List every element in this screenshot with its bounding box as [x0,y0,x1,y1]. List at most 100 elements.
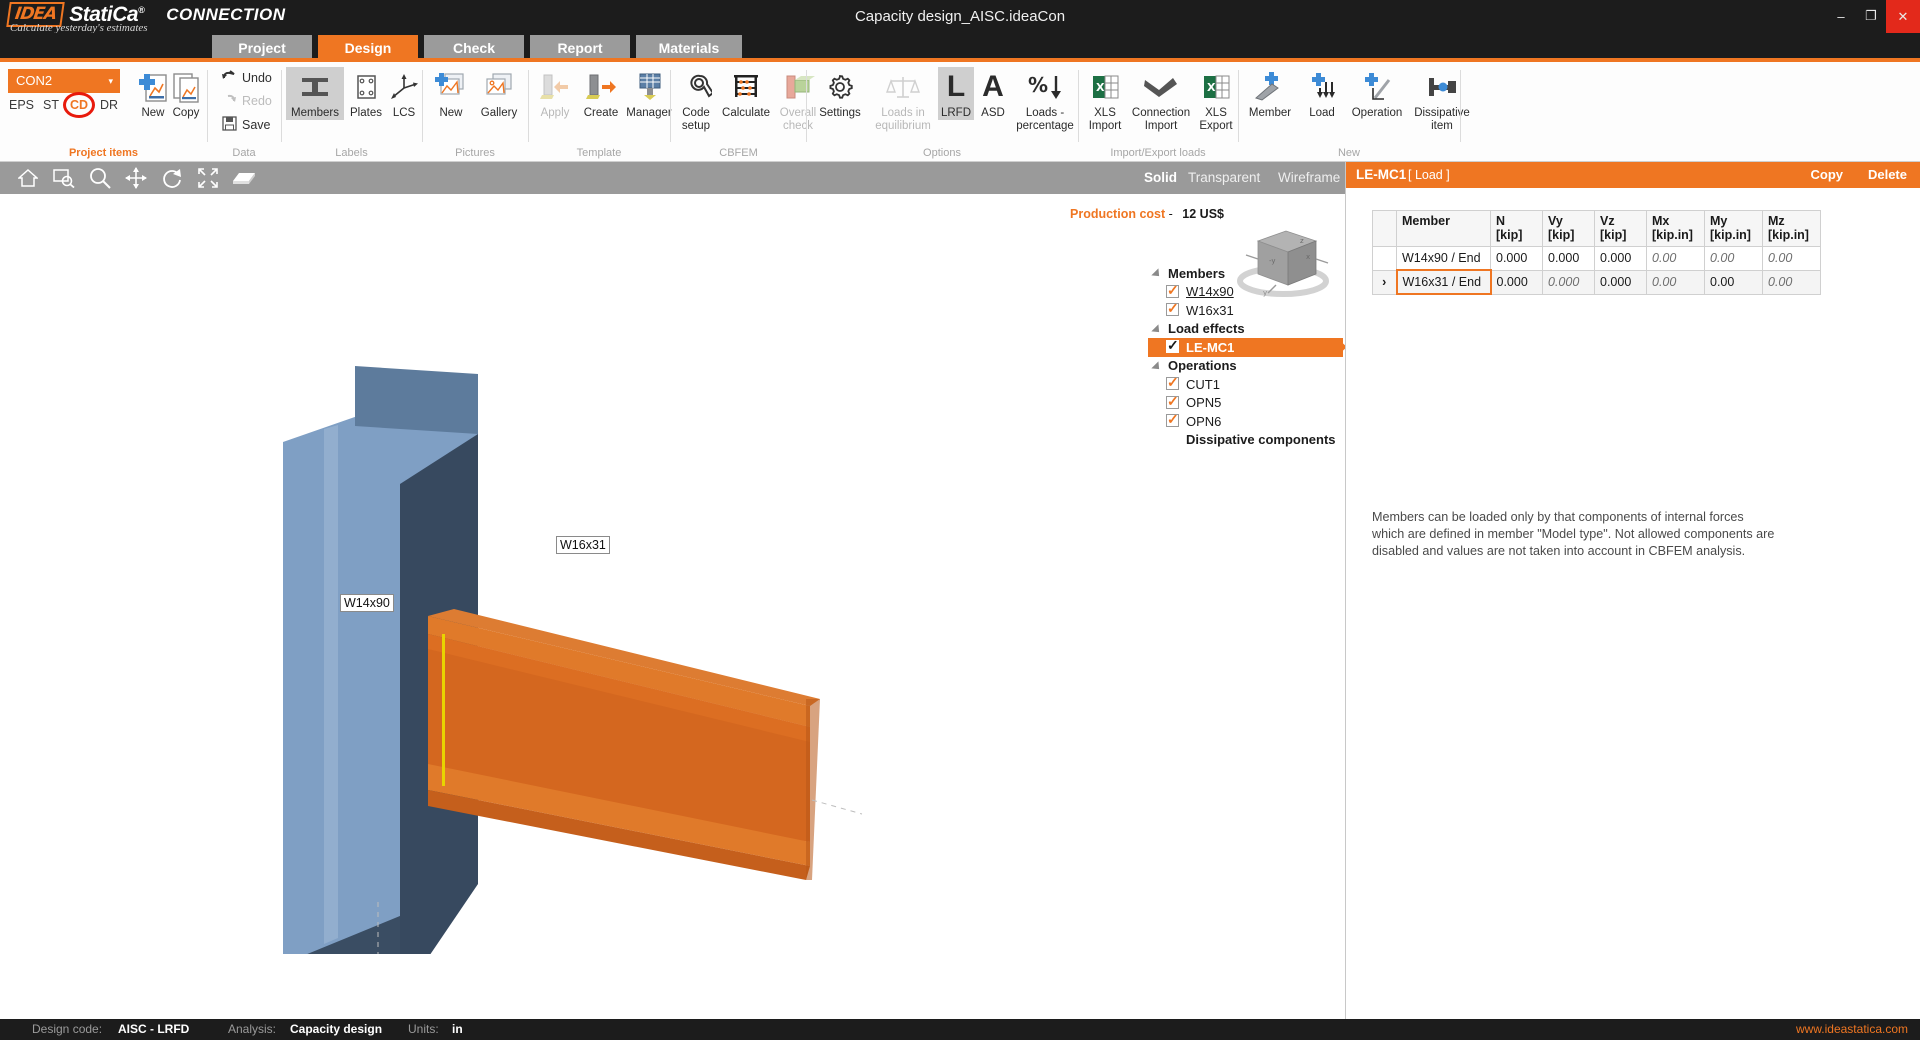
maximize-button[interactable]: ❐ [1856,3,1886,29]
tree-group-members[interactable]: Members [1148,264,1343,283]
cell-vz[interactable]: 0.000 [1594,246,1647,271]
chevron-down-icon: ▾ [108,76,113,86]
tree-group-operations[interactable]: Operations [1148,357,1343,376]
undo-button[interactable]: Undo [220,70,272,85]
asd-button[interactable]: A ASD [975,67,1011,120]
project-item-dr[interactable]: DR [100,98,118,112]
tree-item-opn6-label: OPN6 [1186,413,1222,429]
xls-import-button[interactable]: X XLS Import [1082,67,1128,132]
home-icon[interactable] [10,162,46,194]
close-button[interactable]: ✕ [1886,0,1920,33]
zoom-icon[interactable] [82,162,118,194]
settings-button[interactable]: Settings [812,67,868,120]
model-label-w16x31: W16x31 [556,536,610,554]
tree-item-opn5-label: OPN5 [1186,395,1222,411]
svg-text:X: X [1096,81,1105,94]
minimize-button[interactable]: – [1826,3,1856,29]
cell-n[interactable]: 0.000 [1490,269,1543,295]
pictures-new-button[interactable]: New [429,67,473,120]
tree-item-w16x31[interactable]: W16x31 [1148,300,1343,320]
template-create-button[interactable]: Create [578,67,624,120]
tree-item-cut1[interactable]: CUT1 [1148,374,1343,394]
cell-my[interactable]: 0.00 [1704,246,1763,271]
new-dissipative-item-button[interactable]: Dissipative item [1409,67,1475,132]
tree-item-dissipative-components[interactable]: Dissipative components [1148,431,1343,450]
fit-icon[interactable] [190,162,226,194]
table-row[interactable]: › W16x31 / End 0.000 0.000 0.000 0.00 0.… [1372,269,1821,295]
view-mode-transparent[interactable]: Transparent [1188,162,1260,194]
pan-icon[interactable] [118,162,154,194]
checkbox-w16x31[interactable] [1166,300,1179,317]
row-expander[interactable]: › [1372,269,1397,295]
xls-export-button[interactable]: X XLS Export [1194,67,1238,132]
cell-mz[interactable]: 0.00 [1762,269,1821,295]
checkbox-cut1[interactable] [1166,374,1179,391]
cell-vy[interactable]: 0.000 [1542,246,1595,271]
cell-mz[interactable]: 0.00 [1762,246,1821,271]
tree-group-load-effects[interactable]: Load effects [1148,320,1343,339]
cell-member[interactable]: W14x90 / End [1396,246,1491,271]
save-button[interactable]: Save [220,116,271,134]
pictures-gallery-button[interactable]: Gallery [474,67,524,120]
new-operation-button[interactable]: Operation [1346,67,1408,120]
project-item-st[interactable]: ST [43,98,59,112]
calculate-button[interactable]: Calculate [719,67,773,120]
project-item-combo[interactable]: CON2 ▾ [8,69,120,93]
cell-vz[interactable]: 0.000 [1594,269,1647,295]
labels-members-label: Members [291,107,339,119]
cell-my[interactable]: 0.00 [1704,269,1763,295]
lrfd-button[interactable]: L LRFD [938,67,974,120]
template-apply-button[interactable]: Apply [533,67,577,120]
loads-percentage-button[interactable]: % Loads - percentage [1012,67,1078,132]
tree-item-w14x90[interactable]: W14x90 [1148,282,1343,302]
table-row[interactable]: W14x90 / End 0.000 0.000 0.000 0.00 0.00… [1372,246,1821,271]
copy-button[interactable]: Copy [1811,162,1844,188]
add-member-icon [1242,67,1298,107]
template-manager-button[interactable]: Manager [623,67,675,120]
connection-import-button[interactable]: Connection Import [1129,67,1193,132]
model-viewport[interactable]: Production cost - 12 US$ z -y x y W14x90… [0,194,1345,1019]
view-solid-icon[interactable] [226,162,262,194]
copy-document-icon [158,67,214,107]
lrfd-label: LRFD [940,107,972,119]
new-load-button[interactable]: Load [1299,67,1345,120]
new-member-button[interactable]: Member [1242,67,1298,120]
cell-n[interactable]: 0.000 [1490,246,1543,271]
cell-mx[interactable]: 0.00 [1646,269,1705,295]
copy-project-item-button[interactable]: Copy [158,67,214,120]
cell-mx[interactable]: 0.00 [1646,246,1705,271]
redo-button[interactable]: Redo [220,93,272,108]
loads-in-equilibrium-button[interactable]: Loads in equilibrium [869,67,937,132]
view-mode-wireframe[interactable]: Wireframe [1278,162,1340,194]
expand-arrow-icon [1151,268,1163,280]
code-setup-button[interactable]: Code setup [674,67,718,132]
zoom-window-icon[interactable] [46,162,82,194]
tree-item-le-mc1[interactable]: LE-MC1 [1148,337,1345,357]
svg-text:x: x [1306,253,1310,261]
website-link[interactable]: www.ideastatica.com [1796,1019,1908,1040]
checkbox-opn5[interactable] [1166,393,1179,410]
cell-member[interactable]: W16x31 / End [1395,269,1492,295]
load-effects-table[interactable]: Member N [kip] Vy [kip] Vz [kip] Mx [kip.in]… [1372,210,1821,295]
cell-vy[interactable]: 0.000 [1542,269,1595,295]
redo-label: Redo [242,93,272,108]
view-mode-solid[interactable]: Solid [1144,162,1177,194]
gear-icon [812,67,868,107]
row-expander[interactable] [1372,246,1397,271]
labels-lcs-button[interactable]: LCS [386,67,422,120]
tree-item-opn5[interactable]: OPN5 [1148,393,1343,413]
col-vy: Vy [kip] [1542,210,1595,247]
table-header-row: Member N [kip] Vy [kip] Vz [kip] Mx [kip.in]… [1372,210,1821,247]
labels-members-button[interactable]: Members [286,67,344,120]
tree-item-opn6[interactable]: OPN6 [1148,411,1343,431]
ribbon-group-options: Settings Loads in equilibrium L LRFD A A… [807,62,1077,162]
checkbox-opn6[interactable] [1166,411,1179,428]
labels-plates-button[interactable]: Plates [345,67,387,120]
checkbox-le-mc1[interactable] [1166,337,1179,354]
delete-button[interactable]: Delete [1868,162,1907,188]
project-item-eps[interactable]: EPS [9,98,34,112]
rotate-icon[interactable] [154,162,190,194]
checkbox-w14x90[interactable] [1166,282,1179,299]
ribbon-group-new: Member Load Operation Dissipative item N… [1239,62,1470,162]
dissipative-item-label-line2: item [1431,119,1453,132]
